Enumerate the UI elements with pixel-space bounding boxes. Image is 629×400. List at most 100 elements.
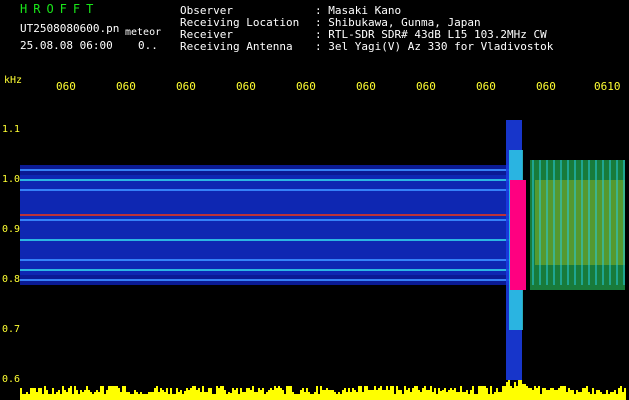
- level-bar: [124, 386, 126, 400]
- level-bar: [288, 386, 290, 400]
- level-bar: [350, 392, 352, 400]
- level-bar: [286, 386, 288, 400]
- level-bar: [212, 394, 214, 400]
- level-bar: [184, 391, 186, 400]
- level-bar: [580, 392, 582, 400]
- level-bar: [214, 394, 216, 400]
- level-bar: [416, 386, 418, 400]
- level-bar: [342, 390, 344, 400]
- level-bar: [460, 386, 462, 400]
- level-bar: [32, 388, 34, 400]
- level-bar: [242, 392, 244, 400]
- level-bar: [272, 390, 274, 400]
- level-bar: [450, 388, 452, 400]
- level-bar: [414, 386, 416, 400]
- level-bar: [108, 386, 110, 400]
- level-bar: [274, 386, 276, 400]
- post-event-streak: [609, 160, 611, 285]
- post-event-streak: [616, 160, 618, 285]
- level-bar: [294, 394, 296, 400]
- level-bar: [232, 388, 234, 400]
- level-bar: [240, 388, 242, 400]
- level-bar: [428, 390, 430, 400]
- level-bar: [330, 390, 332, 400]
- level-bar: [150, 392, 152, 400]
- x-tick-label: 060: [296, 80, 316, 93]
- level-bar: [46, 390, 48, 400]
- level-bar: [496, 388, 498, 400]
- post-event-streak: [546, 160, 548, 285]
- level-bar: [80, 390, 82, 400]
- level-bar: [390, 386, 392, 400]
- level-bar: [324, 390, 326, 400]
- level-bar: [506, 382, 508, 400]
- level-bar: [542, 388, 544, 400]
- level-bar: [512, 388, 514, 400]
- level-bar: [472, 386, 474, 400]
- level-bar: [524, 384, 526, 400]
- carrier-line: [20, 259, 510, 261]
- level-bar: [202, 386, 204, 400]
- level-bar: [56, 392, 58, 400]
- level-bar: [364, 386, 366, 400]
- level-bar: [554, 390, 556, 400]
- level-bar: [42, 394, 44, 400]
- level-bar: [50, 394, 52, 400]
- level-bar: [172, 394, 174, 400]
- level-bar: [308, 392, 310, 400]
- level-bar: [386, 386, 388, 400]
- level-bar: [456, 392, 458, 400]
- level-bar: [368, 390, 370, 400]
- level-bar: [400, 390, 402, 400]
- level-bar: [362, 392, 364, 400]
- level-bar: [58, 390, 60, 400]
- level-bar: [560, 386, 562, 400]
- level-bar: [606, 390, 608, 400]
- level-bar: [126, 392, 128, 400]
- level-bar: [402, 394, 404, 400]
- level-bar: [504, 386, 506, 400]
- level-bar: [578, 392, 580, 400]
- level-bar: [146, 394, 148, 400]
- level-bar: [76, 390, 78, 400]
- level-bar: [166, 388, 168, 400]
- level-bar: [582, 388, 584, 400]
- level-bar: [340, 394, 342, 400]
- level-bar: [374, 386, 376, 400]
- post-event-streak: [588, 160, 590, 285]
- level-bar: [620, 386, 622, 400]
- level-bar: [142, 394, 144, 400]
- level-bar: [106, 390, 108, 400]
- level-bar: [268, 390, 270, 400]
- level-bar: [190, 388, 192, 400]
- level-bar: [518, 380, 520, 400]
- level-bar: [292, 392, 294, 400]
- level-bar: [406, 390, 408, 400]
- level-bar: [622, 392, 624, 400]
- post-event-streak: [602, 160, 604, 285]
- level-bar: [382, 390, 384, 400]
- level-bar: [378, 388, 380, 400]
- post-event-streak: [560, 160, 562, 285]
- level-bar: [234, 390, 236, 400]
- level-bar: [394, 394, 396, 400]
- level-bar: [444, 388, 446, 400]
- level-bar: [164, 392, 166, 400]
- carrier-line: [20, 189, 510, 191]
- level-bar: [306, 388, 308, 400]
- level-bar: [100, 386, 102, 400]
- level-bar: [430, 386, 432, 400]
- level-bar: [588, 392, 590, 400]
- level-bar: [48, 394, 50, 400]
- y-unit-label: kHz: [4, 75, 23, 86]
- level-bar: [466, 390, 468, 400]
- level-bar: [422, 388, 424, 400]
- level-bar: [132, 394, 134, 400]
- level-bar: [84, 390, 86, 400]
- level-bar: [486, 388, 488, 400]
- level-bar: [500, 392, 502, 400]
- level-bar: [24, 394, 26, 400]
- level-bar: [238, 394, 240, 400]
- level-bar: [72, 394, 74, 400]
- level-bar: [598, 390, 600, 400]
